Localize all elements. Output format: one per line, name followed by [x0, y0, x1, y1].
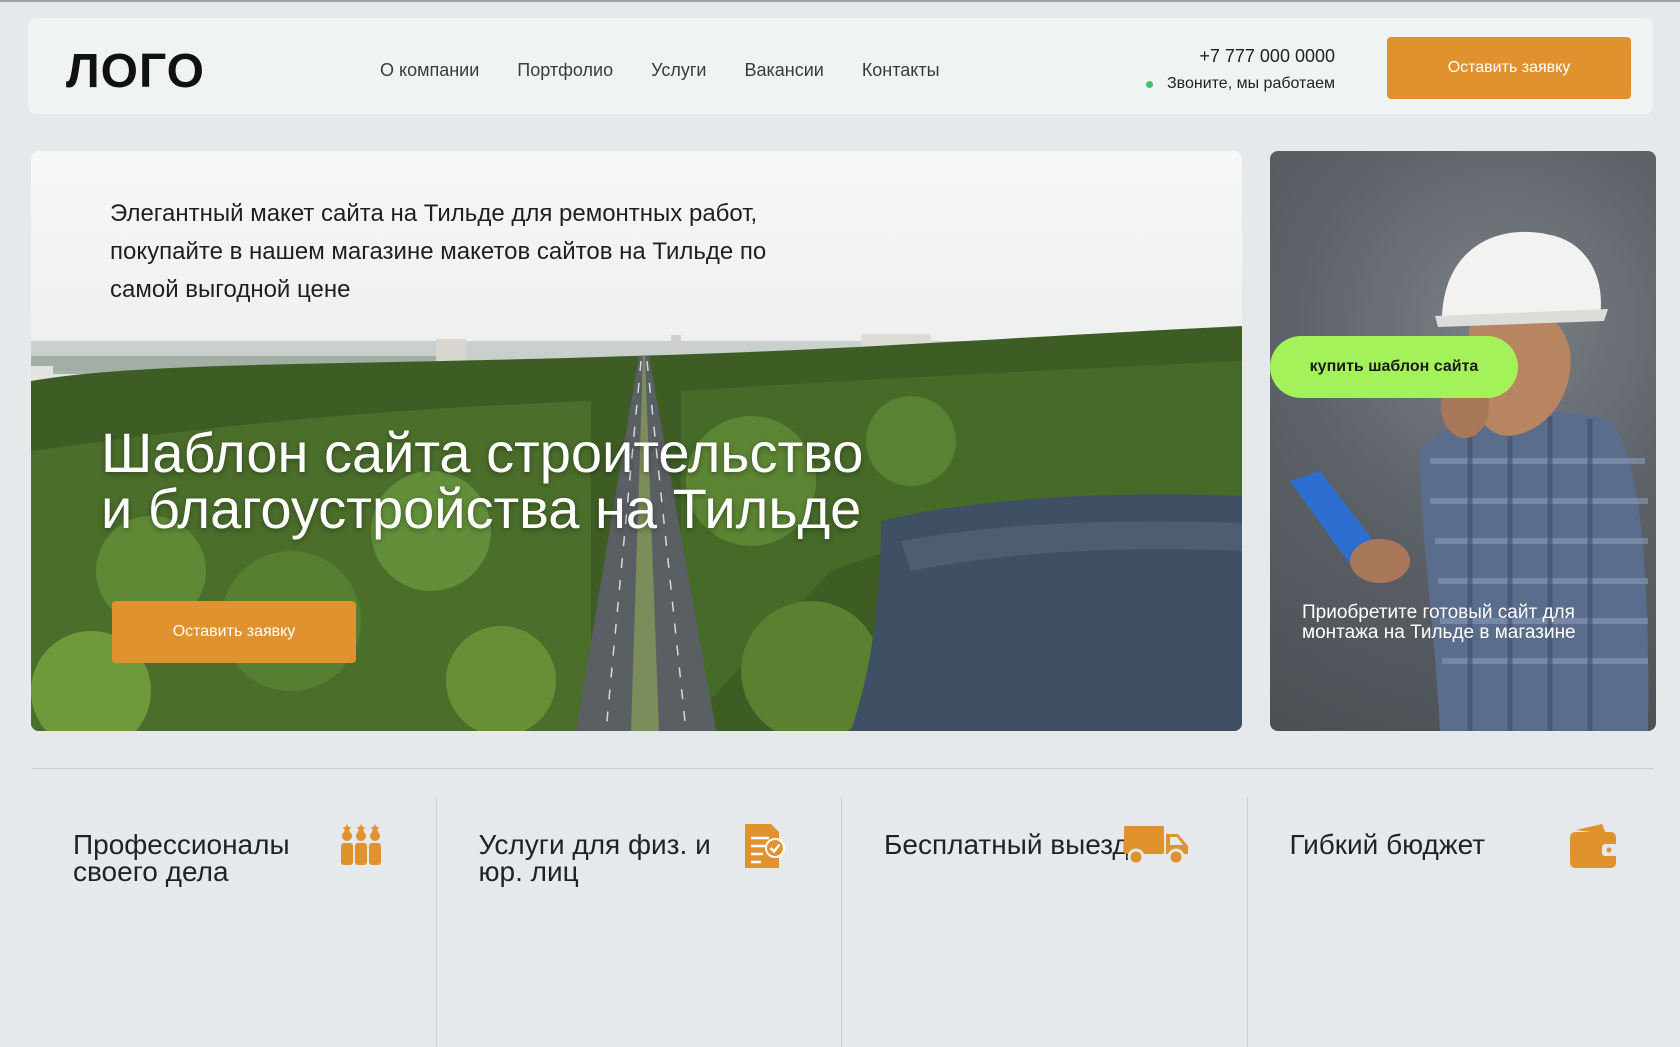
online-status-dot-icon — [1146, 80, 1153, 88]
hero-title: Шаблон сайта строительство и благоустрой… — [101, 425, 1001, 537]
nav-item-portfolio[interactable]: Портфолио — [517, 60, 613, 81]
logo[interactable]: ЛОГО — [66, 44, 205, 99]
buy-template-button[interactable]: купить шаблон сайта — [1270, 336, 1518, 398]
section-divider — [31, 768, 1653, 769]
feature-flexible-budget: Гибкий бюджет — [1248, 797, 1653, 1047]
nav-item-vacancies[interactable]: Вакансии — [744, 60, 823, 81]
feature-title: Услуги для физ. и юр. лиц — [478, 829, 711, 887]
hero-banner: Элегантный макет сайта на Тильде для рем… — [31, 151, 1242, 731]
header-request-button[interactable]: Оставить заявку — [1387, 37, 1631, 99]
document-check-icon — [744, 824, 785, 868]
features-row: Профессионалы своего дела Услуги для физ… — [31, 797, 1653, 1047]
hero-intro-text: Элегантный макет сайта на Тильде для рем… — [110, 200, 767, 303]
working-status: Звоните, мы работаем — [1146, 75, 1335, 93]
feature-title: Бесплатный выезд — [884, 829, 1129, 860]
hero-title-line-1: Шаблон сайта строительство — [101, 421, 864, 484]
promo-card: купить шаблон сайта Приобретите готовый … — [1270, 151, 1656, 731]
construction-worker-image — [1290, 231, 1649, 731]
feature-title: Профессионалы своего дела — [73, 829, 290, 887]
truck-icon — [1124, 826, 1188, 866]
promo-text: Приобретите готовый сайт для монтажа на … — [1302, 602, 1576, 643]
nav-item-services[interactable]: Услуги — [651, 60, 706, 81]
feature-professionals: Профессионалы своего дела — [31, 797, 437, 1047]
feature-title: Гибкий бюджет — [1289, 829, 1486, 860]
phone-number[interactable]: +7 777 000 0000 — [1146, 46, 1335, 67]
hero-request-button[interactable]: Оставить заявку — [112, 601, 356, 663]
working-status-text: Звоните, мы работаем — [1167, 75, 1335, 92]
feature-free-visit: Бесплатный выезд — [842, 797, 1248, 1047]
nav-item-about[interactable]: О компании — [380, 60, 479, 81]
team-icon — [341, 824, 381, 865]
nav-item-contacts[interactable]: Контакты — [862, 60, 940, 81]
contact-block: +7 777 000 0000 Звоните, мы работаем — [1146, 46, 1335, 93]
site-header: ЛОГО О компании Портфолио Услуги Ваканси… — [28, 18, 1653, 114]
hero-title-line-2: и благоустройства на Тильде — [101, 477, 862, 540]
wallet-icon — [1569, 824, 1618, 868]
feature-services: Услуги для физ. и юр. лиц — [437, 797, 842, 1047]
top-border — [0, 0, 1680, 2]
main-nav: О компании Портфолио Услуги Вакансии Кон… — [380, 60, 978, 81]
